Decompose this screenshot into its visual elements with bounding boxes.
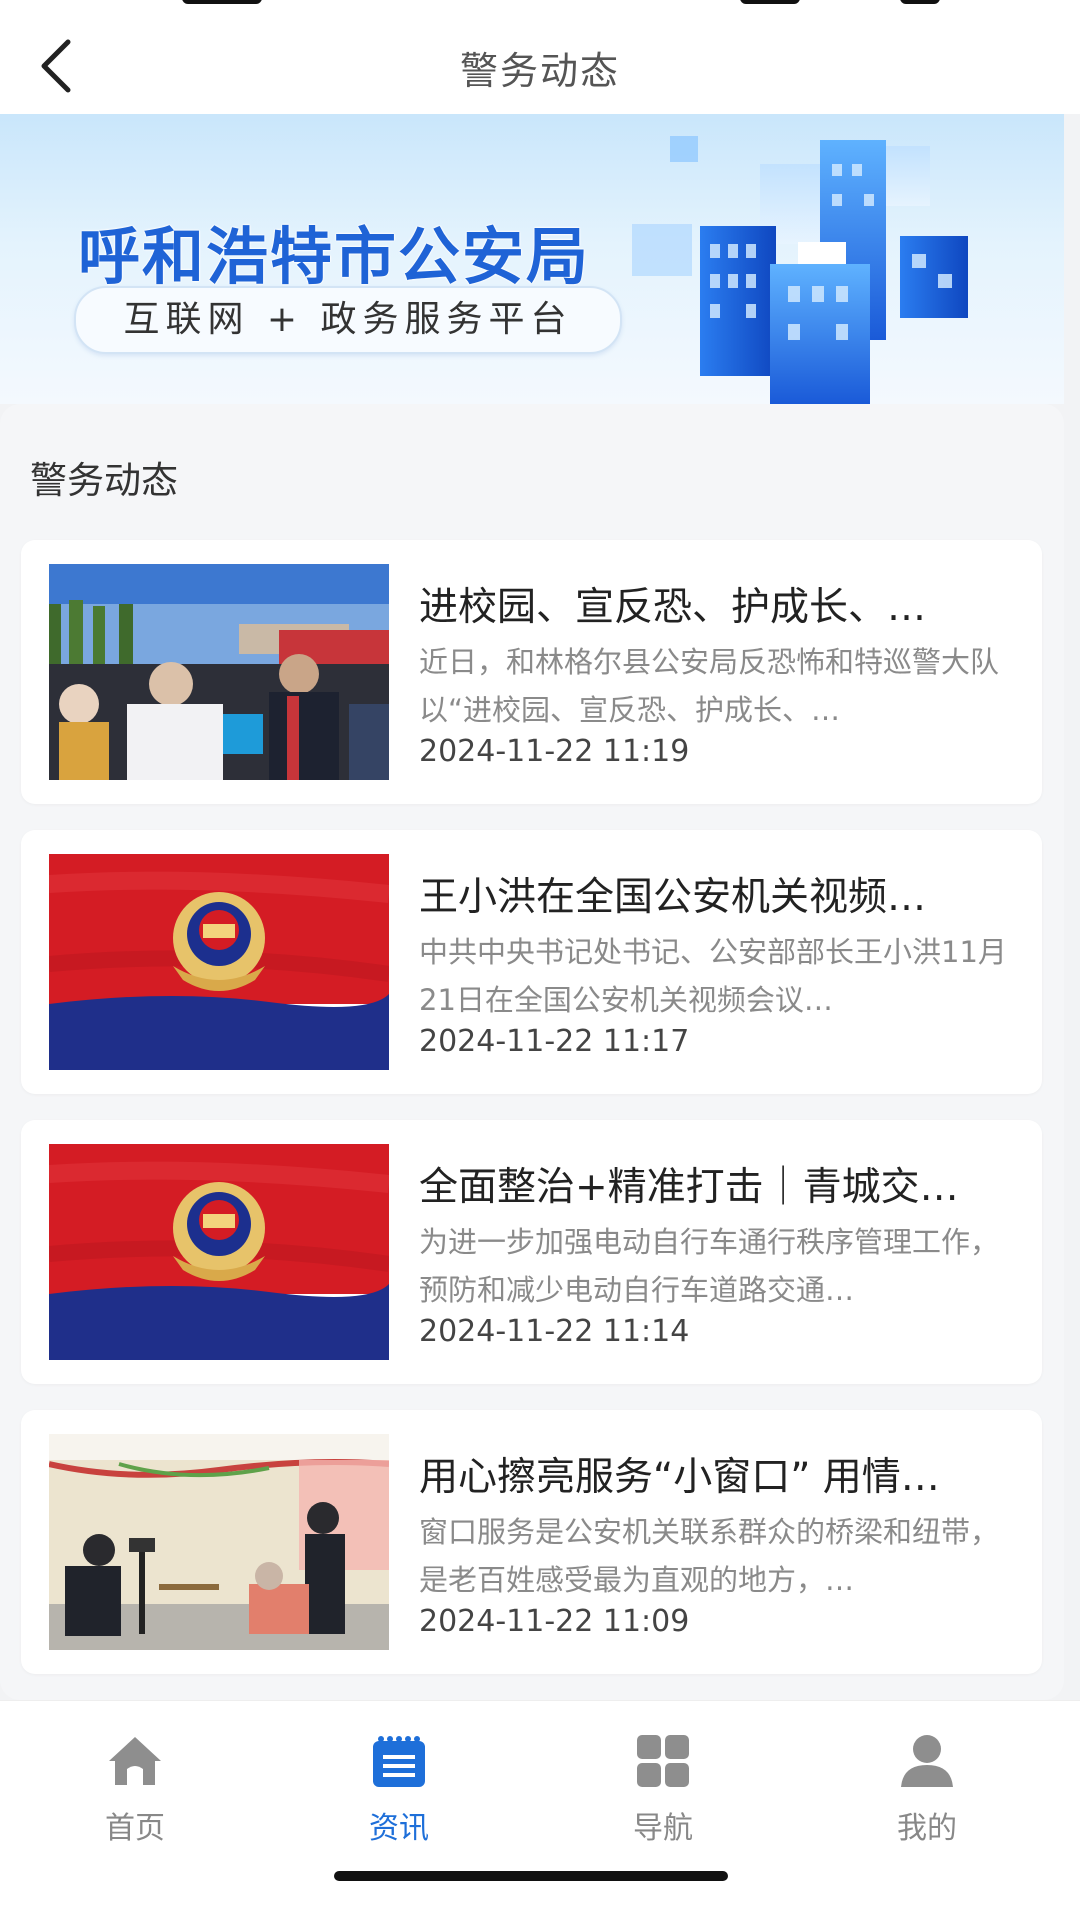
news-title: 全面整治+精准打击｜青城交… <box>419 1165 959 1210</box>
tab-label: 资讯 <box>369 1811 429 1846</box>
tab-news[interactable]: 资讯 <box>324 1731 474 1851</box>
status-bar <box>0 0 1080 16</box>
news-section: 警务动态 进校园、宣反恐、护成长、… 近日，和林格尔县公安局反恐怖和特巡警大队以… <box>0 404 1064 1700</box>
banner[interactable]: 呼和浩特市公安局 互联网 + 政务服务平台 <box>0 114 1064 404</box>
news-summary: 近日，和林格尔县公安局反恐怖和特巡警大队以“进校园、宣反恐、护成长、… <box>419 645 1000 727</box>
news-thumbnail <box>49 854 389 1070</box>
news-time: 2024-11-22 11:17 <box>419 1024 690 1059</box>
news-item[interactable]: 进校园、宣反恐、护成长、… 近日，和林格尔县公安局反恐怖和特巡警大队以“进校园、… <box>21 540 1042 804</box>
home-icon <box>109 1737 161 1785</box>
news-title: 用心擦亮服务“小窗口” 用情… <box>419 1455 940 1500</box>
tab-label: 我的 <box>897 1811 957 1846</box>
grid-icon <box>637 1735 689 1787</box>
home-indicator[interactable] <box>334 1871 728 1881</box>
tab-home[interactable]: 首页 <box>60 1731 210 1851</box>
police-flag-photo <box>49 1144 389 1360</box>
news-time: 2024-11-22 11:09 <box>419 1604 690 1639</box>
news-time: 2024-11-22 11:14 <box>419 1314 690 1349</box>
campus-event-photo <box>49 564 389 780</box>
bottom-tab-bar: 首页 资讯 导航 我的 <box>0 1700 1080 1921</box>
news-icon <box>373 1736 425 1787</box>
banner-title: 呼和浩特市公安局 <box>78 220 591 293</box>
city-buildings-illustration <box>632 136 968 404</box>
news-title: 王小洪在全国公安机关视频… <box>419 875 927 920</box>
news-summary: 为进一步加强电动自行车通行秩序管理工作，预防和减少电动自行车道路交通… <box>419 1225 1000 1307</box>
tab-label: 导航 <box>633 1811 693 1846</box>
news-item[interactable]: 全面整治+精准打击｜青城交… 为进一步加强电动自行车通行秩序管理工作，预防和减少… <box>21 1120 1042 1384</box>
police-flag-photo <box>49 854 389 1070</box>
banner-subtitle: 互联网 + 政务服务平台 <box>74 286 622 354</box>
service-window-photo <box>49 1434 389 1650</box>
news-thumbnail <box>49 1144 389 1360</box>
news-time: 2024-11-22 11:19 <box>419 734 690 769</box>
user-icon <box>901 1735 953 1787</box>
news-thumbnail <box>49 1434 389 1650</box>
news-summary: 中共中央书记处书记、公安部部长王小洪11月21日在全国公安机关视频会议… <box>419 935 1007 1017</box>
tab-profile[interactable]: 我的 <box>852 1731 1002 1851</box>
news-summary: 窗口服务是公安机关联系群众的桥梁和纽带，是老百姓感受最为直观的地方，… <box>419 1515 1000 1597</box>
news-item[interactable]: 用心擦亮服务“小窗口” 用情… 窗口服务是公安机关联系群众的桥梁和纽带，是老百姓… <box>21 1410 1042 1674</box>
tab-label: 首页 <box>105 1811 165 1846</box>
section-title: 警务动态 <box>30 459 178 502</box>
news-thumbnail <box>49 564 389 780</box>
news-item[interactable]: 王小洪在全国公安机关视频… 中共中央书记处书记、公安部部长王小洪11月21日在全… <box>21 830 1042 1094</box>
header-bar: 警务动态 <box>0 16 1080 114</box>
tab-navigation[interactable]: 导航 <box>588 1731 738 1851</box>
page-title: 警务动态 <box>459 49 620 93</box>
news-title: 进校园、宣反恐、护成长、… <box>419 585 927 630</box>
